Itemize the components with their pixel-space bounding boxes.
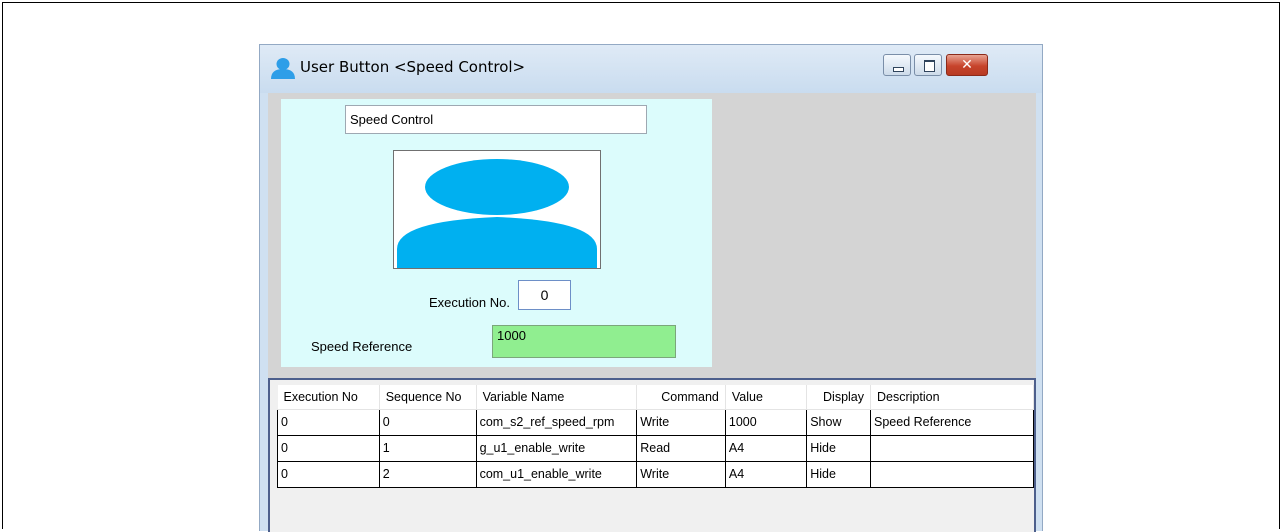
cell-display[interactable]: Hide (806, 460, 872, 488)
avatar-image-button[interactable] (393, 150, 601, 269)
column-header-command[interactable]: Command (636, 385, 726, 410)
cell-command[interactable]: Read (636, 434, 726, 462)
cell-sequence-no[interactable]: 0 (378, 408, 477, 436)
window-client-area: Speed Control Execution No. 0 Speed Refe… (268, 93, 1036, 532)
cell-value[interactable]: 1000 (724, 408, 808, 436)
cell-command[interactable]: Write (636, 460, 726, 488)
column-header-variable-name[interactable]: Variable Name (476, 385, 638, 410)
user-button-window: User Button <Speed Control> ✕ Speed Cont… (259, 44, 1043, 532)
title-bar[interactable]: User Button <Speed Control> ✕ (260, 45, 1042, 93)
user-silhouette-icon (397, 159, 597, 268)
table-header-row: Execution No Sequence No Variable Name C… (277, 385, 1034, 410)
minimize-button[interactable] (883, 54, 911, 76)
button-name-field[interactable]: Speed Control (345, 105, 647, 134)
window-title: User Button <Speed Control> (300, 58, 526, 76)
speed-reference-field[interactable]: 1000 (492, 325, 676, 358)
speed-reference-label: Speed Reference (311, 339, 413, 354)
sequence-table: Execution No Sequence No Variable Name C… (268, 378, 1036, 532)
close-button[interactable]: ✕ (946, 54, 988, 76)
column-header-sequence-no[interactable]: Sequence No (379, 385, 477, 410)
table-row[interactable]: 0 1 g_u1_enable_write Read A4 Hide (277, 434, 1034, 462)
cell-variable-name[interactable]: g_u1_enable_write (475, 434, 638, 462)
cell-variable-name[interactable]: com_s2_ref_speed_rpm (475, 408, 638, 436)
cell-value[interactable]: A4 (724, 434, 808, 462)
cell-execution-no[interactable]: 0 (277, 408, 380, 436)
cell-description[interactable]: Speed Reference (870, 408, 1034, 436)
cell-variable-name[interactable]: com_u1_enable_write (475, 460, 638, 488)
cell-command[interactable]: Write (636, 408, 726, 436)
close-icon: ✕ (961, 57, 973, 73)
button-config-panel: Speed Control Execution No. 0 Speed Refe… (281, 99, 712, 367)
execution-no-label: Execution No. (429, 295, 510, 310)
cell-sequence-no[interactable]: 1 (378, 434, 477, 462)
user-icon (271, 58, 295, 79)
maximize-button[interactable] (914, 54, 942, 76)
column-header-display[interactable]: Display (806, 385, 872, 410)
cell-value[interactable]: A4 (724, 460, 808, 488)
column-header-description[interactable]: Description (870, 385, 1034, 410)
cell-display[interactable]: Show (806, 408, 872, 436)
cell-description[interactable] (870, 460, 1034, 488)
cell-description[interactable] (870, 434, 1034, 462)
cell-sequence-no[interactable]: 2 (378, 460, 477, 488)
table-row[interactable]: 0 0 com_s2_ref_speed_rpm Write 1000 Show… (277, 408, 1034, 436)
table-row[interactable]: 0 2 com_u1_enable_write Write A4 Hide (277, 460, 1034, 488)
cell-display[interactable]: Hide (806, 434, 872, 462)
cell-execution-no[interactable]: 0 (277, 434, 380, 462)
execution-no-field[interactable]: 0 (518, 280, 571, 310)
column-header-execution-no[interactable]: Execution No (277, 385, 380, 410)
column-header-value[interactable]: Value (725, 385, 808, 410)
cell-execution-no[interactable]: 0 (277, 460, 380, 488)
